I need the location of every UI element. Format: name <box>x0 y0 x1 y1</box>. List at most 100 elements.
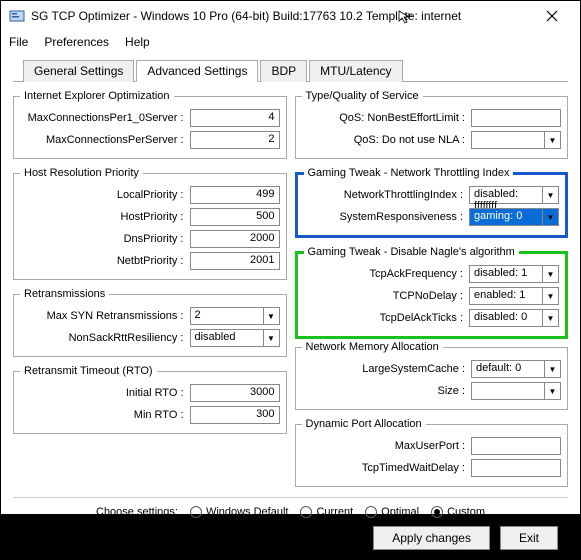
tab-bdp[interactable]: BDP <box>260 60 307 82</box>
chevron-down-icon: ▼ <box>263 330 279 346</box>
group-host-resolution: Host Resolution Priority LocalPriority :… <box>13 167 287 280</box>
settings-row: Choose settings: Windows Default Current… <box>13 497 568 526</box>
tabbar: General Settings Advanced Settings BDP M… <box>13 53 568 82</box>
chevron-down-icon: ▼ <box>544 132 560 148</box>
menu-file[interactable]: File <box>9 35 28 49</box>
label-netbtpriority: NetbtPriority : <box>20 255 190 267</box>
menu-preferences[interactable]: Preferences <box>44 35 109 49</box>
combo-sysresp[interactable]: gaming: 0▼ <box>469 208 559 226</box>
label-tcpdelack: TcpDelAckTicks : <box>304 312 470 324</box>
input-nbel[interactable] <box>471 109 561 127</box>
combo-lsc[interactable]: default: 0▼ <box>471 360 561 378</box>
label-initialrto: Initial RTO : <box>20 387 190 399</box>
chevron-down-icon: ▼ <box>544 383 560 399</box>
input-initialrto[interactable]: 3000 <box>190 384 280 402</box>
combo-nonsack[interactable]: disabled▼ <box>190 329 280 347</box>
menu-help[interactable]: Help <box>125 35 150 49</box>
legend-dyn: Dynamic Port Allocation <box>302 418 426 430</box>
footer: Choose settings: Windows Default Current… <box>1 489 580 560</box>
label-maxconn10: MaxConnectionsPer1_0Server : <box>20 112 190 124</box>
input-localpriority[interactable]: 499 <box>190 186 280 204</box>
app-window: SG TCP Optimizer - Windows 10 Pro (64-bi… <box>0 0 581 515</box>
label-nbel: QoS: NonBestEffortLimit : <box>302 112 472 124</box>
label-maxsyn: Max SYN Retransmissions : <box>20 310 190 322</box>
chevron-down-icon: ▼ <box>263 308 279 324</box>
label-minrto: Min RTO : <box>20 409 190 421</box>
tab-mtu[interactable]: MTU/Latency <box>309 60 402 82</box>
input-dnspriority[interactable]: 2000 <box>190 230 280 248</box>
label-dnspriority: DnsPriority : <box>20 233 190 245</box>
label-localpriority: LocalPriority : <box>20 189 190 201</box>
combo-size[interactable]: ▼ <box>471 382 561 400</box>
label-tcptwd: TcpTimedWaitDelay : <box>302 462 472 474</box>
group-qos: Type/Quality of Service QoS: NonBestEffo… <box>295 90 569 159</box>
choose-label: Choose settings: <box>96 506 178 518</box>
titlebar[interactable]: SG TCP Optimizer - Windows 10 Pro (64-bi… <box>1 1 580 31</box>
input-maxconn10[interactable]: 4 <box>190 109 280 127</box>
close-button[interactable] <box>532 2 572 30</box>
group-ie-optimization: Internet Explorer Optimization MaxConnec… <box>13 90 287 159</box>
label-nla: QoS: Do not use NLA : <box>302 134 472 146</box>
radio-icon <box>365 506 377 518</box>
group-memory: Network Memory Allocation LargeSystemCac… <box>295 341 569 410</box>
label-maxuserport: MaxUserPort : <box>302 440 472 452</box>
legend-mem: Network Memory Allocation <box>302 341 443 353</box>
label-hostpriority: HostPriority : <box>20 211 190 223</box>
combo-nla[interactable]: ▼ <box>471 131 561 149</box>
chevron-down-icon: ▼ <box>542 288 558 304</box>
group-throttling-index: Gaming Tweak - Network Throttling Index … <box>295 167 569 238</box>
label-tcpack: TcpAckFrequency : <box>304 268 470 280</box>
group-nagle: Gaming Tweak - Disable Nagle's algorithm… <box>295 246 569 339</box>
radio-icon <box>431 506 443 518</box>
group-rto: Retransmit Timeout (RTO) Initial RTO :30… <box>13 365 287 434</box>
combo-tcpnodelay[interactable]: enabled: 1▼ <box>469 287 559 305</box>
combo-nti[interactable]: disabled: ffffffff▼ <box>469 186 559 204</box>
legend-nagle: Gaming Tweak - Disable Nagle's algorithm <box>304 246 519 258</box>
radio-windows-default[interactable]: Windows Default <box>190 506 289 518</box>
legend-throttle: Gaming Tweak - Network Throttling Index <box>304 167 514 179</box>
chevron-down-icon: ▼ <box>542 266 558 282</box>
menubar: File Preferences Help <box>1 31 580 53</box>
legend-rto: Retransmit Timeout (RTO) <box>20 365 157 377</box>
legend-qos: Type/Quality of Service <box>302 90 423 102</box>
input-minrto[interactable]: 300 <box>190 406 280 424</box>
app-icon <box>9 8 25 24</box>
window-title: SG TCP Optimizer - Windows 10 Pro (64-bi… <box>31 9 532 23</box>
radio-icon <box>300 506 312 518</box>
input-netbtpriority[interactable]: 2001 <box>190 252 280 270</box>
radio-current[interactable]: Current <box>300 506 353 518</box>
tab-content: Internet Explorer Optimization MaxConnec… <box>1 82 580 489</box>
chevron-down-icon: ▼ <box>542 209 558 225</box>
apply-button[interactable]: Apply changes <box>373 526 490 550</box>
label-nonsack: NonSackRttResiliency : <box>20 332 190 344</box>
exit-button[interactable]: Exit <box>500 526 558 550</box>
radio-optimal[interactable]: Optimal <box>365 506 419 518</box>
combo-tcpdelack[interactable]: disabled: 0▼ <box>469 309 559 327</box>
legend-ie: Internet Explorer Optimization <box>20 90 174 102</box>
input-tcptwd[interactable] <box>471 459 561 477</box>
combo-tcpack[interactable]: disabled: 1▼ <box>469 265 559 283</box>
right-column: Type/Quality of Service QoS: NonBestEffo… <box>295 88 569 489</box>
label-tcpnodelay: TCPNoDelay : <box>304 290 470 302</box>
chevron-down-icon: ▼ <box>542 187 558 203</box>
legend-hrp: Host Resolution Priority <box>20 167 143 179</box>
chevron-down-icon: ▼ <box>542 310 558 326</box>
label-maxconn: MaxConnectionsPerServer : <box>20 134 190 146</box>
input-hostpriority[interactable]: 500 <box>190 208 280 226</box>
group-retransmissions: Retransmissions Max SYN Retransmissions … <box>13 288 287 357</box>
close-icon <box>546 10 558 22</box>
input-maxconn[interactable]: 2 <box>190 131 280 149</box>
label-lsc: LargeSystemCache : <box>302 363 472 375</box>
legend-retr: Retransmissions <box>20 288 109 300</box>
button-row: Apply changes Exit <box>13 526 568 550</box>
combo-maxsyn[interactable]: 2▼ <box>190 307 280 325</box>
group-dynamic-port: Dynamic Port Allocation MaxUserPort : Tc… <box>295 418 569 487</box>
cursor-icon <box>397 9 413 25</box>
tab-advanced[interactable]: Advanced Settings <box>136 60 258 82</box>
tab-general[interactable]: General Settings <box>23 60 134 82</box>
radio-custom[interactable]: Custom <box>431 506 485 518</box>
label-size: Size : <box>302 385 472 397</box>
input-maxuserport[interactable] <box>471 437 561 455</box>
label-nti: NetworkThrottlingIndex : <box>304 189 470 201</box>
left-column: Internet Explorer Optimization MaxConnec… <box>13 88 287 489</box>
